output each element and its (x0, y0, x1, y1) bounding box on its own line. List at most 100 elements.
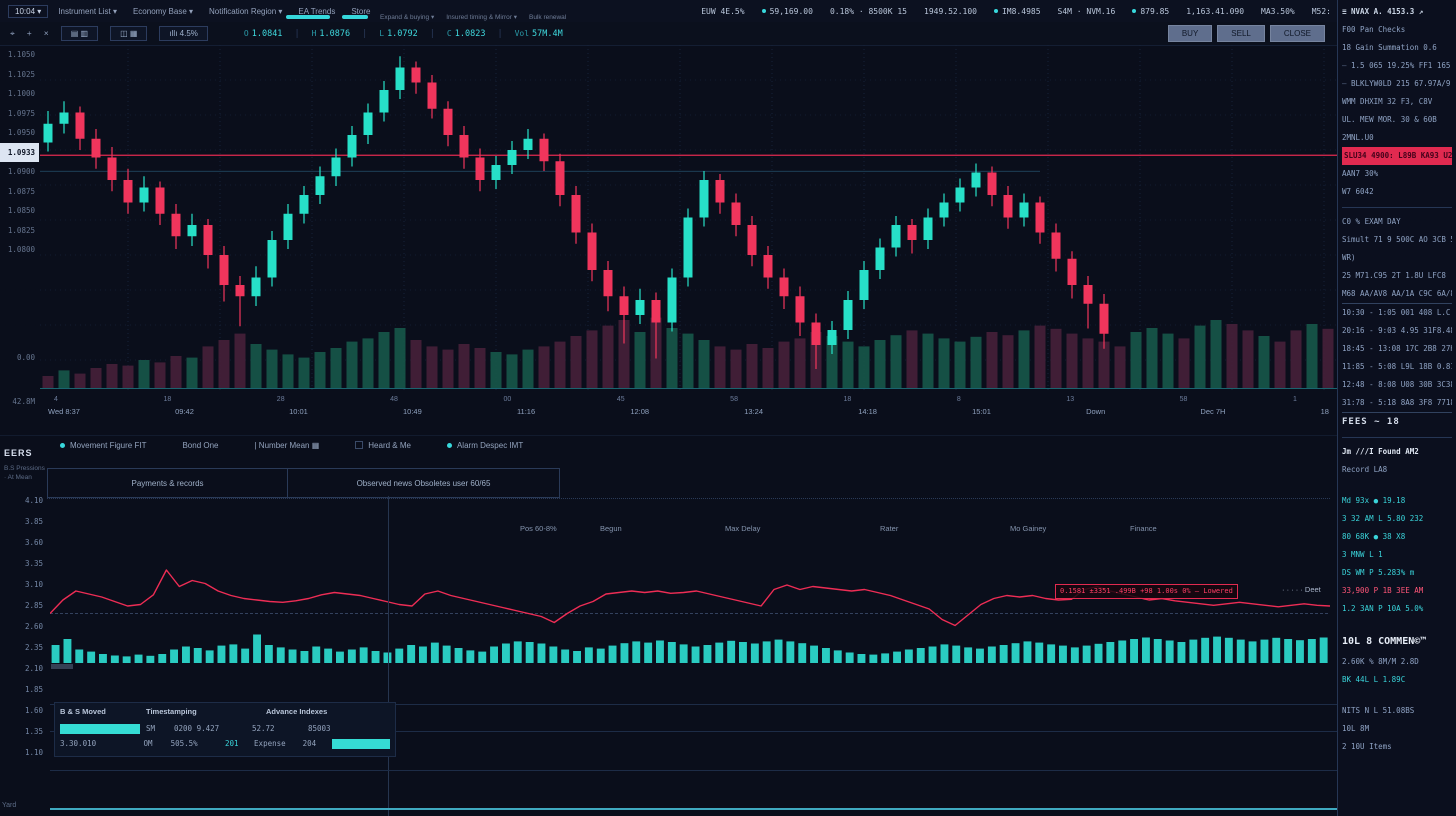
draw-tools: ⌖ + × (10, 28, 49, 39)
sidebar-row[interactable]: Md 93x ● 19.18 (1342, 492, 1452, 510)
ticker-item[interactable]: IM8.4985 (994, 7, 1041, 16)
filter-label[interactable]: Insured timing & Mirror ▾ (446, 13, 517, 21)
ticker-item[interactable]: 1949.52.100 (924, 7, 977, 16)
axis-footer: Yard (2, 802, 16, 809)
sidebar-row[interactable]: ≡ NVAX A. 4153.3 ↗ (1342, 3, 1452, 21)
sidebar-row[interactable]: C0 % EXAM DAY (1342, 213, 1452, 231)
ohlc-label: C (447, 29, 452, 38)
chart-toolbar: ⌖+× ▤ ▥ ◫ ▦ ıllı 4.5% O 1.0841 | H 1.087… (0, 22, 1337, 46)
sidebar-row[interactable] (1342, 479, 1452, 492)
sidebar-row[interactable]: 2MNL.U0 (1342, 129, 1452, 147)
sidebar-row[interactable]: 33,900 P 1B 3EE AM (1342, 582, 1452, 600)
sidebar-row[interactable]: W7 6042 (1342, 183, 1452, 201)
sidebar-row[interactable]: AAN7 30% (1342, 165, 1452, 183)
price-label: 42.8M (12, 397, 35, 406)
sidebar-row[interactable]: 1.5 065 19.25% FF1 165.3 (1342, 57, 1452, 75)
ticker-item[interactable]: MA3.50% (1261, 7, 1295, 16)
x-axis-label: 10:01 (289, 407, 308, 416)
mini-table-header: Timestamping (146, 707, 266, 716)
ticker-item[interactable]: 879.85 (1132, 7, 1169, 16)
sidebar-row[interactable] (1342, 201, 1452, 208)
filter-label[interactable]: Bulk renewal (529, 14, 566, 21)
indicator-button[interactable]: ıllı 4.5% (159, 26, 207, 41)
axis-value-label: 4.10 (0, 490, 48, 511)
indicator-chart[interactable] (50, 541, 1330, 666)
sidebar-row[interactable]: M68 AA/AV8 AA/1A C9C 6A/8 (1342, 285, 1452, 304)
sidebar-row[interactable]: 1.2 3AN P 10A 5.0% (1342, 600, 1452, 618)
sidebar-row[interactable]: 31:78 - 5:18 8A8 3F8 7718 (1342, 394, 1452, 413)
sidebar-row[interactable]: BK 44L L 1.89C (1342, 671, 1452, 689)
sidebar-row[interactable]: 2 10U Items (1342, 738, 1452, 756)
alert-annotation[interactable]: 0.1581 ±3351 .499B +98 1.00s 0% — Lowere… (1055, 584, 1238, 599)
mini-table-cell: 201 (225, 739, 254, 748)
sidebar-row[interactable]: 11:85 - 5:08 L9L 18B 0.81B (1342, 358, 1452, 376)
sidebar-row[interactable]: BLKLYW0LD 215 67.97A/9 (1342, 75, 1452, 93)
column-header[interactable]: Pos 60-8% (520, 524, 557, 533)
sidebar-row[interactable]: 12:48 - 8:08 U08 30B 3C38 (1342, 376, 1452, 394)
price-label: 0.00 (17, 353, 35, 362)
sidebar-row[interactable]: UL. MEW MOR. 30 & 60B (1342, 111, 1452, 129)
separator: | (362, 29, 367, 39)
mini-table-header: Advance Indexes (266, 707, 386, 716)
annotation-tail: · · · · · Deet (1282, 585, 1321, 594)
menu-item[interactable]: Economy Base ▾ (133, 7, 193, 16)
sidebar-row[interactable]: 3 MNW L 1 (1342, 546, 1452, 564)
sidebar-row[interactable]: 18 Gain Summation 0.6 (1342, 39, 1452, 57)
x-axis-label: 10:49 (403, 407, 422, 416)
sidebar-row[interactable] (1342, 689, 1452, 702)
clock-badge[interactable]: 10:04 ▾ (8, 5, 48, 18)
candlestick-chart[interactable] (40, 45, 1337, 395)
order-button[interactable]: BUY (1168, 25, 1212, 42)
filter-label[interactable]: Expand & buying ▾ (380, 13, 434, 21)
ticker-item[interactable]: 0.18% · 8500K 15 (830, 7, 907, 16)
sidebar-row[interactable]: F00 Pan Checks (1342, 21, 1452, 39)
sidebar-row[interactable]: NITS N L 51.08BS (1342, 702, 1452, 720)
menu-item[interactable]: Notification Region ▾ (209, 7, 282, 16)
sidebar-row[interactable]: 80 68K ● 38 X8 (1342, 528, 1452, 546)
column-header[interactable]: Max Delay (725, 524, 760, 533)
sidebar-row[interactable]: WMM DHXIM 32 F3, C8V (1342, 93, 1452, 111)
sidebar-row[interactable]: 2.60K % 8M/M 2.8D (1342, 653, 1452, 671)
sidebar-row[interactable]: 10L 8 COMMEN©™ (1342, 631, 1452, 653)
tool-icon[interactable]: ⌖ (10, 28, 15, 39)
ticker-item[interactable]: 1,163.41.090 (1186, 7, 1244, 16)
ticker-item[interactable]: EUW 4E.5% (701, 7, 744, 16)
tool-icon[interactable]: × (44, 28, 49, 39)
sidebar-row[interactable]: SLU34 4900: L89B KA93 U2 (1342, 147, 1452, 165)
layout-button[interactable]: ◫ ▦ (110, 26, 147, 41)
sidebar-row[interactable]: 20:16 - 9:03 4.95 31F8.48 (1342, 322, 1452, 340)
sidebar-row[interactable]: 18:45 - 13:08 17C 2B8 27H (1342, 340, 1452, 358)
sidebar-row[interactable]: WR) (1342, 249, 1452, 267)
sidebar-row[interactable]: 25 M71.C95 2T 1.8U LFC8 (1342, 267, 1452, 285)
sidebar-row[interactable]: Simult 71 9 500C AO 3CB 50 (1342, 231, 1452, 249)
scroll-handle[interactable] (51, 664, 73, 669)
x-tick: 28 (277, 396, 285, 403)
highlight-bar (60, 724, 140, 734)
axis-value-label: 1.60 (0, 700, 48, 721)
ticker-item[interactable]: 59,169.00 (762, 7, 813, 16)
column-header[interactable]: Finance (1130, 524, 1157, 533)
sidebar-row[interactable] (1342, 431, 1452, 438)
column-header[interactable]: Begun (600, 524, 622, 533)
order-button[interactable]: CLOSE (1270, 25, 1325, 42)
ticker-item[interactable]: S4M · NVM.16 (1058, 7, 1116, 16)
tool-icon[interactable]: + (27, 28, 32, 39)
sidebar-row[interactable]: FEES ~ 18 (1342, 413, 1452, 431)
x-axis: Wed 8:3709:4210:0110:4911:1612:0813:2414… (40, 407, 1337, 416)
menu-item[interactable]: Instrument List ▾ (58, 7, 117, 16)
order-button[interactable]: SELL (1217, 25, 1265, 42)
sidebar-bottom-section: Jm ///I Found AM2Record LA8 Md 93x ● 19.1… (1342, 443, 1452, 756)
chart-type-button[interactable]: ▤ ▥ (61, 26, 98, 41)
sidebar-row[interactable]: DS WM P 5.283% m (1342, 564, 1452, 582)
price-label: 1.0933 (0, 143, 39, 163)
x-axis-label: 09:42 (175, 407, 194, 416)
sidebar-row[interactable]: 10L 8M (1342, 720, 1452, 738)
sidebar-row[interactable]: 10:30 - 1:05 001 408 L.C.8 (1342, 304, 1452, 322)
sidebar-row[interactable] (1342, 618, 1452, 631)
column-header[interactable]: Mo Gainey (1010, 524, 1046, 533)
ticker-item[interactable]: M52: (1312, 7, 1331, 16)
sidebar-row[interactable]: Jm ///I Found AM2 (1342, 443, 1452, 461)
sidebar-row[interactable]: 3 32 AM L 5.80 232 (1342, 510, 1452, 528)
column-header[interactable]: Rater (880, 524, 898, 533)
sidebar-row[interactable]: Record LA8 (1342, 461, 1452, 479)
